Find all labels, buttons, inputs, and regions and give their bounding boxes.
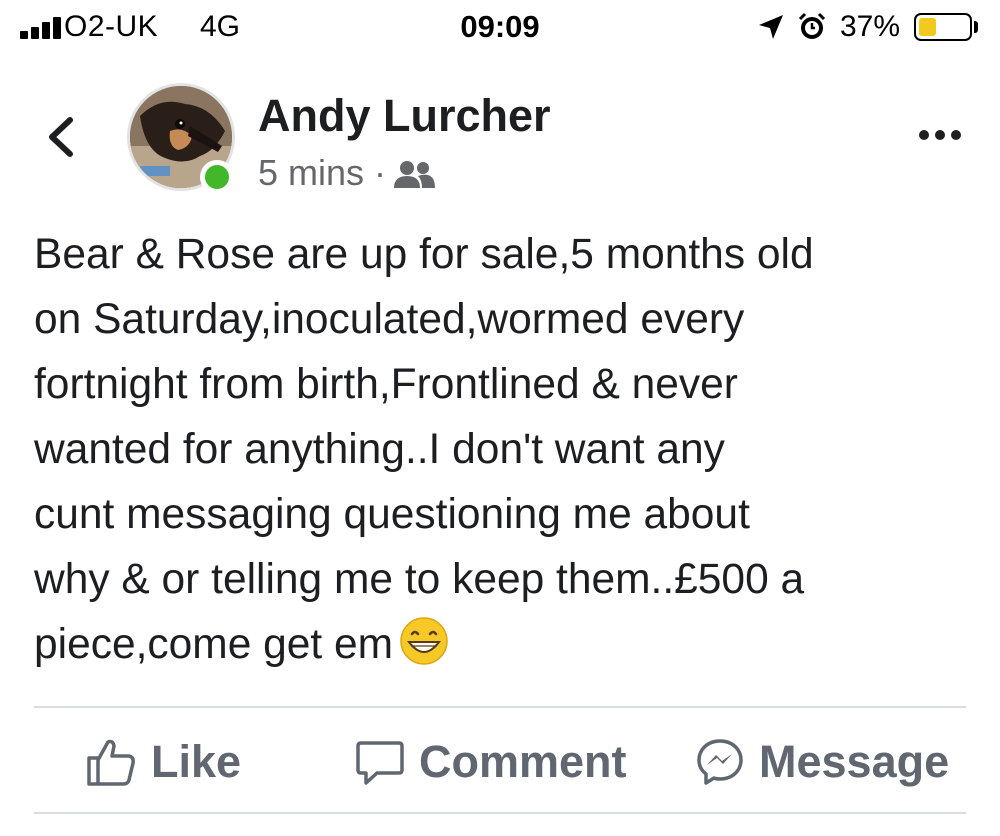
like-button[interactable]: Like (85, 734, 241, 790)
more-options-icon[interactable] (918, 127, 962, 143)
message-label: Message (759, 736, 950, 787)
alarm-icon (798, 12, 826, 39)
battery-nub (974, 21, 978, 33)
post-text: Bear & Rose are up for sale,5 months old… (34, 231, 814, 668)
comment-bubble-icon (356, 741, 404, 785)
grinning-face-emoji (400, 617, 448, 665)
message-button[interactable]: Message (695, 734, 949, 790)
battery-level-fill (919, 18, 936, 36)
actions-bottom-divider (34, 812, 966, 814)
meta-separator: · (374, 152, 387, 193)
back-chevron-icon[interactable] (40, 112, 80, 162)
location-icon (759, 15, 783, 39)
comment-button[interactable]: Comment (355, 734, 627, 790)
like-label: Like (151, 736, 242, 787)
messenger-icon (697, 739, 743, 785)
status-bar: O2-UK 4G 09:09 37% (0, 0, 1000, 56)
comment-label: Comment (419, 736, 627, 787)
post-meta: 5 mins · (258, 152, 436, 194)
online-status-indicator (200, 160, 234, 194)
group-icon (394, 161, 436, 188)
battery-icon (914, 13, 972, 41)
post-body: Bear & Rose are up for sale,5 months old… (34, 222, 984, 677)
post-timestamp[interactable]: 5 mins (258, 152, 364, 193)
author-name[interactable]: Andy Lurcher (258, 90, 551, 142)
thumbs-up-icon (87, 739, 135, 786)
post-actions-bar: Like Comment Message (0, 712, 1000, 812)
battery-percentage: 37% (840, 10, 901, 43)
facebook-post-screen: O2-UK 4G 09:09 37% Andy Lurcher 5 mins ·… (0, 0, 1000, 836)
actions-top-divider (34, 706, 966, 708)
